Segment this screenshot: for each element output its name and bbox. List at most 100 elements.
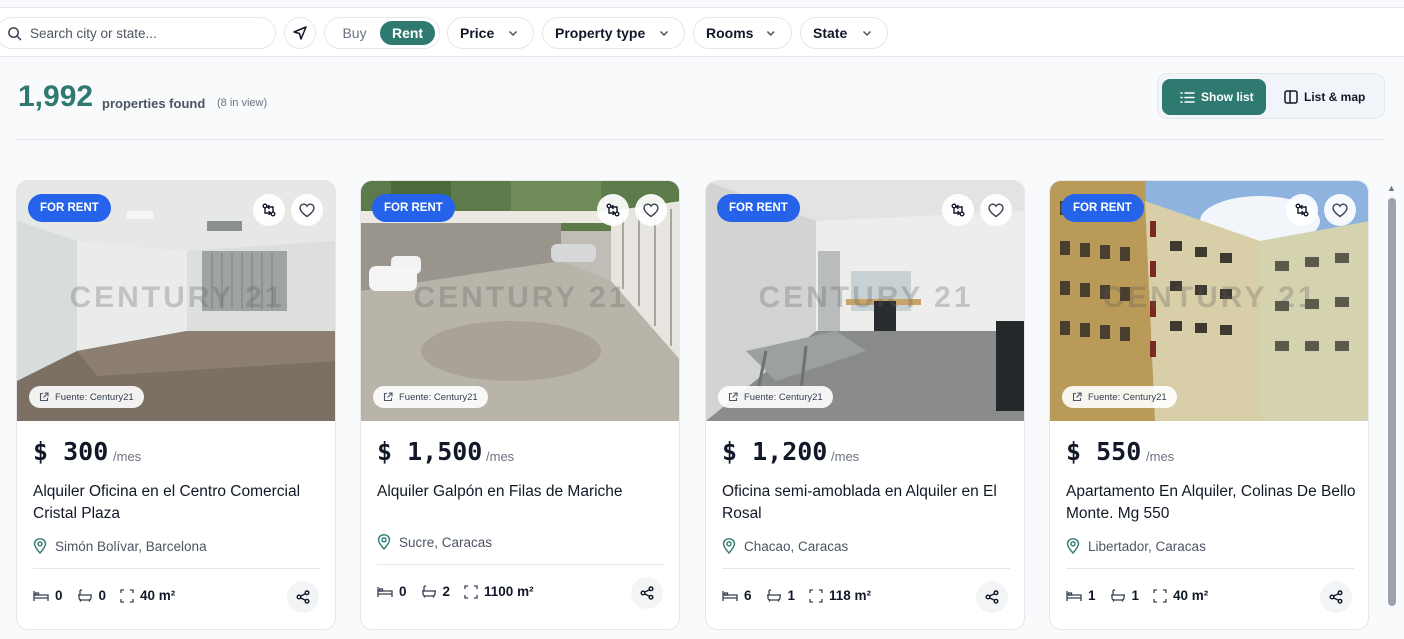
- results-label: properties found: [102, 96, 206, 111]
- price-filter[interactable]: Price: [447, 17, 534, 49]
- chevron-down-icon: [767, 31, 776, 36]
- compare-button[interactable]: [597, 194, 629, 226]
- property-title[interactable]: Apartamento En Alquiler, Colinas De Bell…: [1066, 481, 1356, 525]
- property-photo[interactable]: CENTURY 21 FOR RENT Fuente: Century21: [1050, 181, 1368, 421]
- price: $ 1,500: [377, 437, 483, 466]
- compare-button[interactable]: [1286, 194, 1318, 226]
- show-list-button[interactable]: Show list: [1162, 79, 1266, 115]
- share-button[interactable]: [1320, 581, 1352, 613]
- expand-icon: [1153, 588, 1167, 603]
- view-toggle: Show list List & map: [1157, 73, 1385, 119]
- source-label: Fuente: Century21: [55, 391, 134, 403]
- price-filter-label: Price: [460, 25, 495, 41]
- external-link-icon: [728, 392, 738, 402]
- divider: [722, 568, 1010, 569]
- rooms-filter-label: Rooms: [706, 25, 754, 41]
- watermark: CENTURY 21: [758, 281, 974, 314]
- share-button[interactable]: [631, 577, 663, 609]
- bed-icon: [377, 586, 393, 597]
- scrollbar-thumb[interactable]: [1388, 198, 1396, 606]
- share-button[interactable]: [287, 581, 319, 613]
- bathrooms-count: 1: [787, 588, 796, 603]
- scroll-up-arrow[interactable]: ▲: [1387, 183, 1396, 193]
- bathrooms-count: 0: [98, 588, 107, 603]
- share-button[interactable]: [976, 581, 1008, 613]
- bedrooms-count: 1: [1088, 588, 1096, 603]
- property-title[interactable]: Alquiler Oficina en el Centro Comercial …: [33, 481, 323, 525]
- search-placeholder: Search city or state...: [30, 25, 157, 41]
- results-in-view: (8 in view): [217, 97, 268, 109]
- bathrooms-stat: 1: [1110, 588, 1139, 603]
- property-title[interactable]: Alquiler Galpón en Filas de Mariche: [377, 481, 667, 503]
- list-map-button[interactable]: List & map: [1276, 79, 1380, 115]
- property-location: Chacao, Caracas: [722, 538, 848, 554]
- property-photo[interactable]: CENTURY 21 FOR RENT Fuente: Century21: [361, 181, 679, 421]
- bathrooms-stat: 1: [766, 588, 796, 603]
- source-label: Fuente: Century21: [744, 391, 823, 403]
- price-period: /mes: [831, 449, 860, 464]
- favorite-button[interactable]: [980, 194, 1012, 226]
- expand-icon: [120, 588, 134, 603]
- buy-option[interactable]: Buy: [329, 21, 380, 45]
- favorite-button[interactable]: [635, 194, 667, 226]
- area-value: 40 m²: [1173, 588, 1209, 603]
- location-label: Chacao, Caracas: [744, 538, 849, 554]
- favorite-button[interactable]: [291, 194, 323, 226]
- bath-icon: [1110, 589, 1125, 602]
- property-photo[interactable]: CENTURY 21 FOR RENT Fuente: Century21: [17, 181, 335, 421]
- source-link[interactable]: Fuente: Century21: [373, 386, 488, 408]
- bedrooms-stat: 1: [1066, 588, 1096, 603]
- location-pin-icon: [377, 534, 391, 550]
- list-map-label: List & map: [1304, 90, 1366, 104]
- watermark: CENTURY 21: [413, 281, 629, 314]
- bath-icon: [421, 585, 436, 598]
- property-card[interactable]: CENTURY 21 FOR RENT Fuente: Century21 $ …: [705, 180, 1025, 630]
- compare-icon: [262, 203, 276, 217]
- heart-icon: [299, 202, 315, 217]
- area-stat: 1100 m²: [464, 584, 534, 599]
- compare-icon: [606, 203, 620, 217]
- property-photo[interactable]: CENTURY 21 FOR RENT Fuente: Century21: [706, 181, 1024, 421]
- chevron-down-icon: [508, 30, 518, 37]
- compare-icon: [1295, 203, 1309, 217]
- divider: [33, 568, 321, 569]
- price-period: /mes: [1146, 449, 1175, 464]
- bathrooms-stat: 0: [77, 588, 107, 603]
- source-link[interactable]: Fuente: Century21: [718, 386, 833, 408]
- area-stat: 118 m²: [809, 588, 871, 603]
- search-icon: [8, 26, 22, 40]
- property-card[interactable]: CENTURY 21 FOR RENT Fuente: Century21 $ …: [1049, 180, 1369, 630]
- area-value: 1100 m²: [484, 584, 534, 599]
- property-card[interactable]: CENTURY 21 FOR RENT Fuente: Century21 $ …: [16, 180, 336, 630]
- source-link[interactable]: Fuente: Century21: [1062, 386, 1177, 408]
- share-icon: [640, 586, 654, 600]
- locate-button[interactable]: [284, 17, 316, 49]
- property-type-filter[interactable]: Property type: [542, 17, 685, 49]
- bath-icon: [77, 589, 92, 602]
- source-label: Fuente: Century21: [399, 391, 478, 403]
- split-view-icon: [1284, 90, 1298, 104]
- property-title[interactable]: Oficina semi-amoblada en Alquiler en El …: [722, 481, 1012, 525]
- compare-button[interactable]: [253, 194, 285, 226]
- rent-option[interactable]: Rent: [380, 21, 435, 45]
- price: $ 300: [33, 437, 109, 466]
- property-stats: 0 2 1100 m²: [377, 584, 548, 599]
- property-type-filter-label: Property type: [555, 25, 646, 41]
- external-link-icon: [39, 392, 49, 402]
- watermark: CENTURY 21: [69, 281, 285, 314]
- bedrooms-count: 0: [399, 584, 407, 599]
- for-rent-badge: FOR RENT: [1061, 194, 1144, 222]
- favorite-button[interactable]: [1324, 194, 1356, 226]
- heart-icon: [988, 202, 1004, 217]
- rooms-filter[interactable]: Rooms: [693, 17, 792, 49]
- location-label: Libertador, Caracas: [1088, 538, 1206, 554]
- state-filter[interactable]: State: [800, 17, 888, 49]
- search-input[interactable]: Search city or state...: [0, 17, 276, 49]
- bedrooms-stat: 0: [33, 588, 63, 603]
- property-card[interactable]: CENTURY 21 FOR RENT Fuente: Century21 $ …: [360, 180, 680, 630]
- compare-button[interactable]: [942, 194, 974, 226]
- source-link[interactable]: Fuente: Century21: [29, 386, 144, 408]
- navigation-arrow-icon: [293, 26, 307, 40]
- price-period: /mes: [113, 449, 142, 464]
- external-link-icon: [1072, 392, 1082, 402]
